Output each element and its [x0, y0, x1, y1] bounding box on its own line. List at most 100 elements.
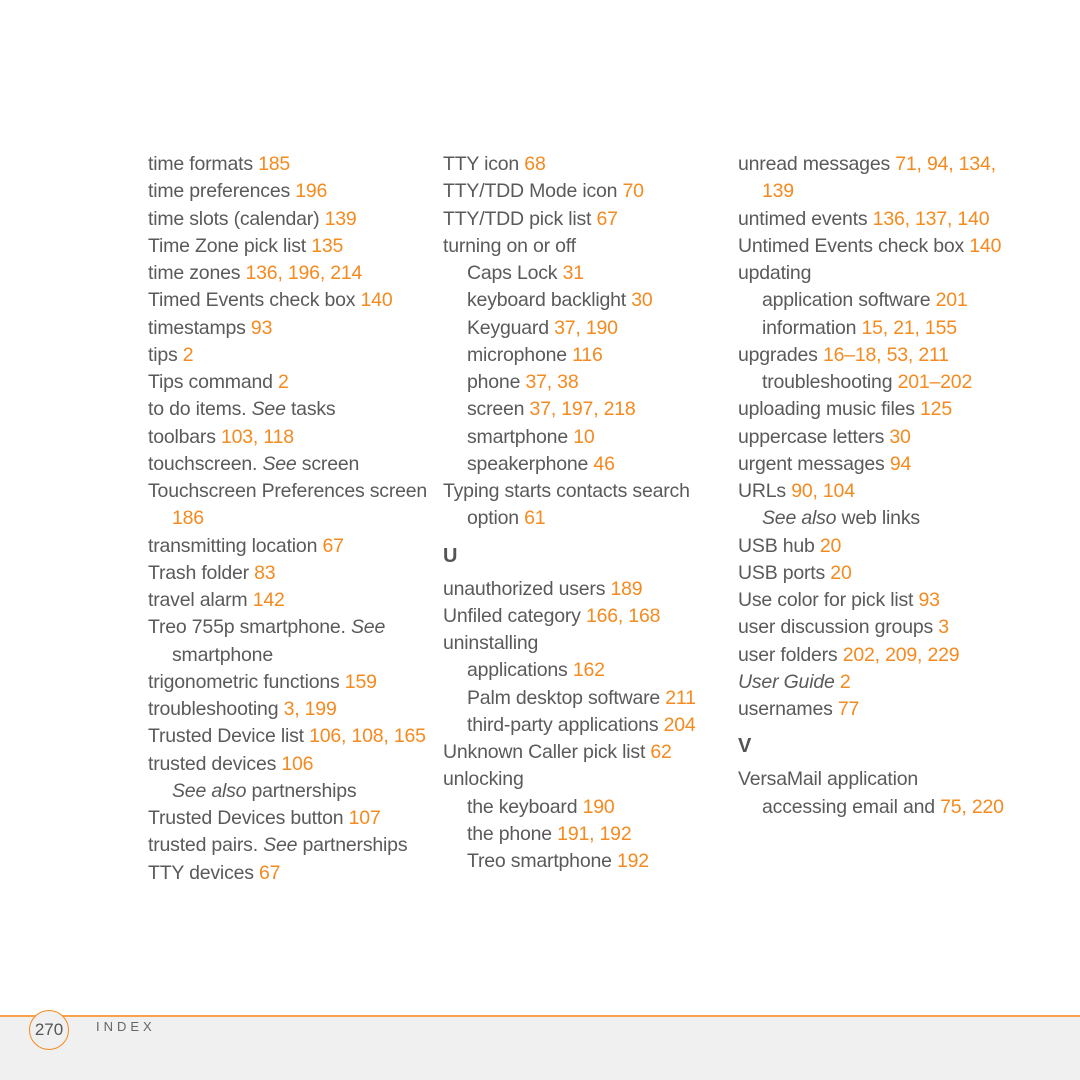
entry-term: partnerships	[246, 779, 357, 802]
page-reference-link[interactable]: 83	[254, 562, 275, 584]
page-reference-link[interactable]: 136, 196, 214	[246, 262, 363, 284]
index-entry: untimed events 136, 137, 140	[738, 206, 1023, 233]
index-subentry: third-party applications 204	[443, 712, 728, 739]
page-reference-link[interactable]: 166, 168	[586, 605, 661, 627]
entry-term: user discussion groups	[738, 616, 939, 639]
page-reference-link[interactable]: 107	[349, 807, 381, 829]
page-reference-link[interactable]: 93	[251, 317, 272, 339]
page-reference-link[interactable]: 3, 199	[284, 698, 337, 720]
page-reference-link[interactable]: 61	[524, 507, 545, 529]
page-reference-link[interactable]: 67	[259, 862, 280, 884]
page-reference-link[interactable]: 31	[563, 262, 584, 284]
entry-term: phone	[467, 371, 526, 393]
page-reference-link[interactable]: 140	[969, 235, 1001, 257]
index-entry: toolbars 103, 118	[148, 424, 433, 451]
index-entry: Treo 755p smartphone. See smartphone	[148, 614, 433, 669]
page-reference-link[interactable]: 67	[322, 535, 343, 557]
page-reference-link[interactable]: 136, 137, 140	[873, 208, 990, 230]
page-reference-link[interactable]: 204	[664, 714, 696, 736]
index-entry: uploading music files 125	[738, 396, 1023, 423]
page-reference-link[interactable]: 2	[183, 344, 194, 366]
page-reference-link[interactable]: 106	[281, 753, 313, 775]
page-reference-link[interactable]: 3	[938, 616, 949, 638]
index-entry: updating	[738, 260, 1023, 287]
page-reference-link[interactable]: 2	[840, 671, 851, 693]
page-reference-link[interactable]: 62	[650, 741, 671, 763]
index-entry: Time Zone pick list 135	[148, 233, 433, 260]
page-reference-link[interactable]: 93	[919, 589, 940, 611]
page-reference-link[interactable]: 142	[253, 589, 285, 611]
index-subentry: microphone 116	[443, 342, 728, 369]
page-reference-link[interactable]: 16–18, 53, 211	[823, 344, 949, 366]
page-reference-link[interactable]: 186	[172, 507, 204, 529]
page-reference-link[interactable]: 140	[361, 289, 393, 311]
index-entry: Untimed Events check box 140	[738, 233, 1023, 260]
page-reference-link[interactable]: 196	[295, 180, 327, 202]
index-subentry: Keyguard 37, 190	[443, 315, 728, 342]
cross-reference-label: See also	[762, 507, 837, 530]
page-reference-link[interactable]: 77	[838, 698, 859, 720]
index-subentry: troubleshooting 201–202	[738, 369, 1023, 396]
page-reference-link[interactable]: 159	[345, 671, 377, 693]
cross-reference-label: See	[251, 398, 286, 421]
index-entry: user folders 202, 209, 229	[738, 642, 1023, 669]
page-reference-link[interactable]: 185	[258, 153, 290, 175]
page-reference-link[interactable]: 30	[889, 426, 910, 448]
index-entry: turning on or off	[443, 233, 728, 260]
page-reference-link[interactable]: 30	[631, 289, 652, 311]
page-reference-link[interactable]: 116	[572, 344, 603, 366]
entry-term: tips	[148, 343, 183, 366]
page-reference-link[interactable]: 37, 197, 218	[530, 398, 636, 420]
page-reference-link[interactable]: 68	[524, 153, 545, 175]
page-reference-link[interactable]: 125	[920, 398, 952, 420]
page-reference-link[interactable]: 46	[593, 453, 614, 475]
footer-rule	[0, 1015, 1080, 1017]
page-reference-link[interactable]: 10	[573, 426, 594, 448]
entry-term: unread messages	[738, 153, 896, 175]
index-subentry: Caps Lock 31	[443, 260, 728, 287]
page-reference-link[interactable]: 201	[936, 289, 968, 311]
index-subentry: information 15, 21, 155	[738, 315, 1023, 342]
page-reference-link[interactable]: 211	[665, 687, 696, 709]
index-entry: Unknown Caller pick list 62	[443, 739, 728, 766]
index-entry: user discussion groups 3	[738, 614, 1023, 641]
section-letter: U	[443, 544, 458, 567]
entry-term: transmitting location	[148, 534, 323, 557]
cross-reference-label: See	[351, 616, 386, 639]
page-reference-link[interactable]: 37, 190	[554, 317, 618, 339]
page-reference-link[interactable]: 139	[325, 208, 357, 230]
page-reference-link[interactable]: 75, 220	[940, 796, 1004, 818]
index-entry: Typing starts contacts search option 61	[443, 478, 728, 533]
index-entry: Use color for pick list 93	[738, 587, 1023, 614]
index-entry: URLs 90, 104	[738, 478, 1023, 505]
index-entry: Trash folder 83	[148, 560, 433, 587]
page-reference-link[interactable]: 135	[311, 235, 343, 257]
page-reference-link[interactable]: 2	[278, 371, 289, 393]
page-reference-link[interactable]: 202, 209, 229	[843, 644, 960, 666]
page-reference-link[interactable]: 106, 108, 165	[309, 725, 426, 747]
entry-term: time formats	[148, 153, 259, 175]
page-reference-link[interactable]: 20	[820, 535, 841, 557]
index-entry: timestamps 93	[148, 315, 433, 342]
entry-term: Trusted Devices button	[148, 807, 349, 829]
page-reference-link[interactable]: 20	[830, 562, 851, 584]
page-reference-link[interactable]: 70	[623, 180, 644, 202]
entry-term: unlocking	[443, 768, 524, 791]
entry-term: turning on or off	[443, 234, 576, 257]
page-reference-link[interactable]: 94	[890, 453, 911, 475]
page-reference-link[interactable]: 201–202	[898, 371, 973, 393]
page-reference-link[interactable]: 190	[583, 796, 615, 818]
page-reference-link[interactable]: 37, 38	[525, 371, 578, 393]
page-reference-link[interactable]: 162	[573, 659, 605, 681]
page-reference-link[interactable]: 15, 21, 155	[861, 317, 957, 339]
index-subentry: smartphone 10	[443, 424, 728, 451]
page-reference-link[interactable]: 103, 118	[221, 426, 294, 448]
page-reference-link[interactable]: 67	[597, 208, 618, 230]
entry-term: TTY/TDD pick list	[443, 207, 597, 230]
page-reference-link[interactable]: 191, 192	[557, 823, 632, 845]
page-number: 270	[29, 1010, 69, 1050]
entry-term: trusted devices	[148, 752, 282, 775]
page-reference-link[interactable]: 189	[610, 578, 642, 600]
page-reference-link[interactable]: 90, 104	[791, 480, 855, 502]
page-reference-link[interactable]: 192	[617, 850, 649, 872]
